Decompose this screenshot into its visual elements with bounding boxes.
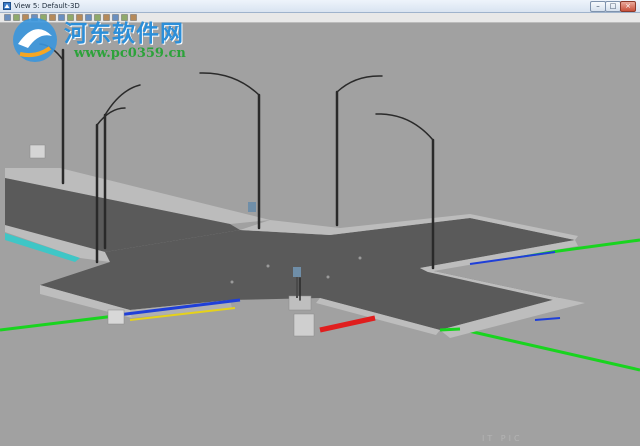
utility-box-northwest — [29, 144, 46, 159]
close-button[interactable]: × — [620, 1, 636, 12]
watermark: 河东软件网 www.pc0359.cn — [6, 12, 206, 68]
green-pipe-link — [439, 327, 461, 332]
watermark-logo-icon — [13, 18, 57, 62]
maximize-button[interactable]: □ — [605, 1, 621, 12]
signal-pole-head — [293, 267, 301, 277]
corner-faint-mark: IT PIC — [482, 434, 523, 443]
app-icon — [3, 2, 11, 10]
minimize-button[interactable]: – — [590, 1, 606, 12]
window-title: View 5: Default-3D — [14, 2, 80, 10]
application-window: View 5: Default-3D – □ × 河东软件网 www.pc035… — [0, 0, 640, 446]
utility-box-west — [107, 309, 125, 325]
watermark-site-url: www.pc0359.cn — [74, 46, 186, 61]
3d-viewport[interactable] — [0, 23, 640, 446]
utility-box-center — [293, 313, 315, 337]
intersection-3d-scene[interactable] — [0, 23, 640, 446]
signal-cabinet — [248, 202, 256, 212]
watermark-site-name: 河东软件网 — [64, 20, 184, 47]
